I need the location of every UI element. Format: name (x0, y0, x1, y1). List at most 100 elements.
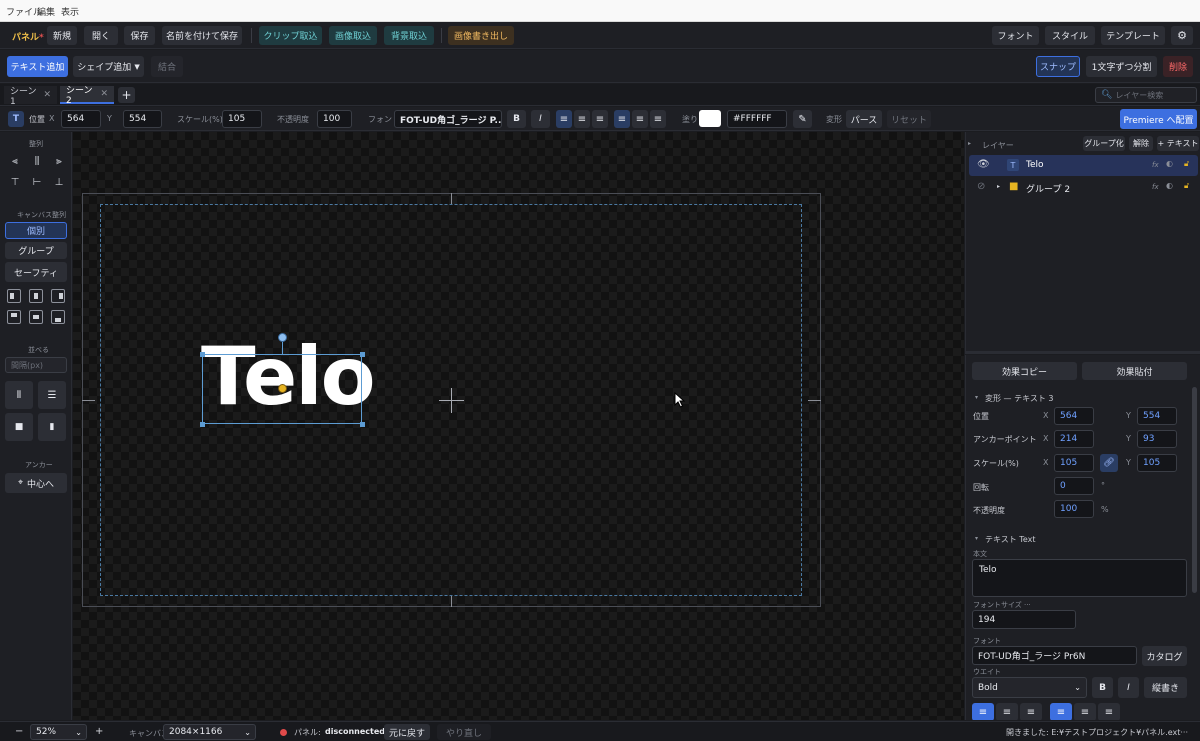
solo-icon[interactable]: ◐ (1166, 159, 1173, 168)
perspective-button[interactable]: パース (846, 110, 882, 128)
add-text-button[interactable]: テキスト追加 (7, 56, 68, 77)
rotate-handle[interactable] (278, 333, 287, 342)
valign-top-button[interactable]: ≡ (614, 110, 630, 128)
canvas-viewport[interactable]: Telo (73, 132, 964, 720)
text-align-center-button[interactable]: ≡ (996, 703, 1018, 720)
menu-view[interactable]: 表示 (61, 5, 79, 18)
layer-row[interactable]: ⊘ ▸ ■ グループ 2 fx ◐ 🔓︎ (969, 177, 1198, 198)
image-export-button[interactable]: 画像書き出し (448, 26, 514, 45)
fill-color-swatch[interactable] (699, 110, 721, 127)
delete-button[interactable]: 削除 (1163, 56, 1193, 77)
zoom-in-button[interactable]: + (95, 726, 103, 737)
clip-import-button[interactable]: クリップ取込 (259, 26, 322, 45)
properties-scrollbar[interactable] (1192, 387, 1197, 593)
open-button[interactable]: 開く (84, 26, 118, 45)
reset-button[interactable]: リセット (887, 110, 931, 128)
align-top-icon[interactable]: ⊤ (8, 175, 22, 189)
bold-button[interactable]: B (507, 110, 526, 128)
text-align-left-button[interactable]: ≡ (972, 703, 994, 720)
copy-effects-button[interactable]: 効果コピー (972, 362, 1077, 380)
solo-icon[interactable]: ◐ (1166, 181, 1173, 190)
align-right-button[interactable]: ≡ (592, 110, 608, 128)
rotation-field[interactable]: 0 (1054, 477, 1094, 495)
canvas-align-right-icon[interactable] (51, 289, 65, 303)
font-button[interactable]: フォント (992, 26, 1039, 45)
canvas-align-left-icon[interactable] (7, 289, 21, 303)
pos-y-field[interactable]: 554 (123, 110, 162, 128)
resize-handle-br[interactable] (360, 422, 365, 427)
body-textarea[interactable]: Telo (972, 559, 1187, 597)
distribute-v-icon[interactable]: ☰ (38, 381, 66, 409)
arrange-v-icon[interactable]: ▮ (38, 413, 66, 441)
scale-y-field[interactable]: 105 (1137, 454, 1177, 472)
position-x-field[interactable]: 564 (1054, 407, 1094, 425)
image-import-button[interactable]: 画像取込 (329, 26, 377, 45)
align-hcenter-icon[interactable]: ⫼ (30, 154, 44, 168)
settings-gear-icon[interactable]: ⚙ (1171, 26, 1193, 45)
font-family-field[interactable]: FOT-UD角ゴ_ラージ Pr6N (972, 646, 1137, 665)
resize-handle-tl[interactable] (200, 352, 205, 357)
align-left-button[interactable]: ≡ (556, 110, 572, 128)
valign-bottom-button[interactable]: ≡ (650, 110, 666, 128)
spacing-input[interactable]: 間隔(px) (5, 357, 67, 373)
expand-caret-icon[interactable]: ▸ (997, 183, 1000, 190)
save-button[interactable]: 保存 (124, 26, 155, 45)
weight-bold-button[interactable]: B (1092, 677, 1113, 698)
zoom-out-button[interactable]: − (15, 726, 23, 737)
add-text-layer-button[interactable]: + テキスト (1157, 136, 1199, 151)
redo-button[interactable]: やり直し (437, 724, 491, 740)
pos-x-field[interactable]: 564 (61, 110, 101, 128)
valign-middle-button[interactable]: ≡ (632, 110, 648, 128)
canvas-size-select[interactable]: 2084×1166 ⌄ (163, 724, 256, 740)
scale-field[interactable]: 105 (222, 110, 262, 128)
position-y-field[interactable]: 554 (1137, 407, 1177, 425)
opacity-field[interactable]: 100 (1054, 500, 1094, 518)
center-anchor-button[interactable]: ⌖ 中心へ (5, 473, 67, 493)
anchor-x-field[interactable]: 214 (1054, 430, 1094, 448)
group-toggle[interactable]: グループ (5, 242, 67, 259)
font-size-field[interactable]: 194 (972, 610, 1076, 629)
text-align-right-button[interactable]: ≡ (1020, 703, 1042, 720)
add-shape-button[interactable]: シェイプ追加 ▼ (73, 56, 144, 77)
layer-search-input[interactable]: 🔍︎ レイヤー検索 (1095, 87, 1197, 103)
vertical-text-button[interactable]: 縦書き (1144, 677, 1187, 698)
anchor-point-marker[interactable] (278, 384, 287, 393)
menu-edit[interactable]: 編集 (37, 5, 55, 18)
zoom-select[interactable]: 52% ⌄ (30, 724, 87, 740)
save-as-button[interactable]: 名前を付けて保存 (162, 26, 242, 45)
eye-hidden-icon[interactable]: ⊘ (977, 181, 985, 192)
bg-import-button[interactable]: 背景取込 (384, 26, 434, 45)
text-valign-top-button[interactable]: ≡ (1050, 703, 1072, 720)
text-valign-bottom-button[interactable]: ≡ (1098, 703, 1120, 720)
text-valign-middle-button[interactable]: ≡ (1074, 703, 1096, 720)
link-scale-icon[interactable]: 🔗︎ (1100, 454, 1118, 472)
align-left-icon[interactable]: ⫷ (8, 154, 22, 168)
weight-select[interactable]: Bold ⌄ (972, 677, 1087, 698)
resize-handle-tr[interactable] (360, 352, 365, 357)
align-right-icon[interactable]: ⫸ (52, 154, 66, 168)
combine-button[interactable]: 結合 (151, 56, 183, 77)
undo-button[interactable]: 元に戻す (384, 724, 430, 740)
canvas-align-top-icon[interactable] (7, 310, 21, 324)
anchor-y-field[interactable]: 93 (1137, 430, 1177, 448)
collapse-caret-icon[interactable]: ▾ (975, 394, 978, 401)
catalog-button[interactable]: カタログ (1142, 646, 1187, 666)
fx-icon[interactable]: fx (1152, 161, 1159, 169)
arrange-h-icon[interactable]: ■ (5, 413, 33, 441)
weight-italic-button[interactable]: I (1118, 677, 1139, 698)
scale-x-field[interactable]: 105 (1054, 454, 1094, 472)
ungroup-button[interactable]: 解除 (1129, 136, 1153, 151)
individual-toggle[interactable]: 個別 (5, 222, 67, 239)
lock-icon[interactable]: 🔓︎ (1184, 181, 1189, 191)
paste-effects-button[interactable]: 効果貼付 (1082, 362, 1187, 380)
premiere-place-button[interactable]: Premiere へ配置 (1120, 109, 1197, 129)
font-select[interactable]: FOT-UD角ゴ_ラージ P... (394, 110, 502, 128)
italic-button[interactable]: I (531, 110, 550, 128)
fx-icon[interactable]: fx (1152, 183, 1159, 191)
add-scene-button[interactable]: + (118, 87, 135, 103)
group-layers-button[interactable]: グループ化 (1083, 136, 1125, 151)
layer-row[interactable]: 👁︎ T Telo fx ◐ 🔓︎ (969, 155, 1198, 176)
distribute-h-icon[interactable]: ⫴ (5, 381, 33, 409)
collapse-caret-icon[interactable]: ▸ (968, 140, 971, 147)
snap-toggle[interactable]: スナップ (1036, 56, 1080, 77)
